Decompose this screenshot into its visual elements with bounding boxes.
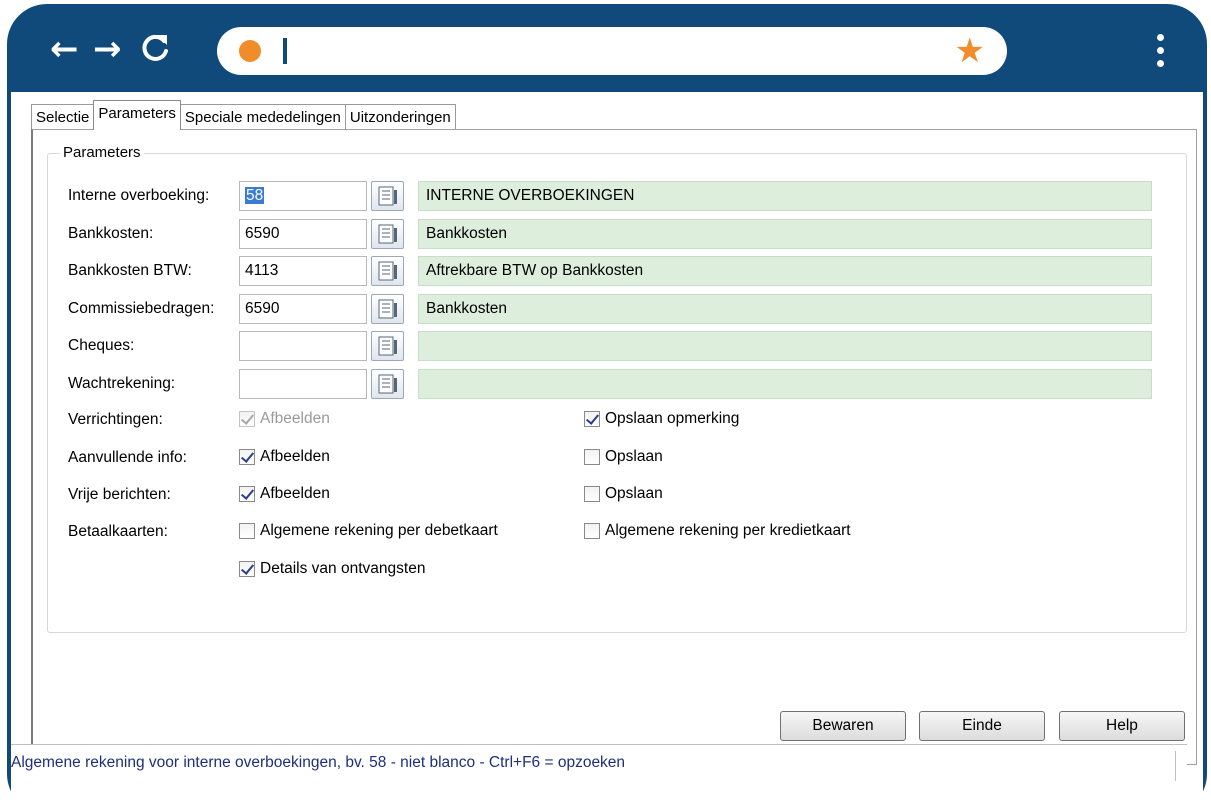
star-icon[interactable]: ★: [955, 31, 985, 71]
cheques-label: Cheques:: [68, 337, 135, 354]
wachtrekening-description: [418, 369, 1152, 399]
vrije-berichten-label: Vrije berichten:: [68, 486, 171, 503]
wachtrekening-code-input[interactable]: [239, 369, 367, 399]
lookup-button[interactable]: [371, 219, 404, 249]
help-button[interactable]: Help: [1059, 711, 1185, 741]
parameters-group: Parameters Interne overboeking: 58 INTER…: [47, 144, 1187, 633]
group-legend: Parameters: [60, 144, 144, 161]
bankkosten-label: Bankkosten:: [68, 225, 154, 242]
checkbox-label: Algemene rekening per debetkaart: [260, 522, 498, 539]
wachtrekening-label: Wachtrekening:: [68, 375, 176, 392]
list-icon: [378, 261, 397, 281]
checkbox-label: Afbeelden: [260, 448, 330, 465]
checkbox-label: Afbeelden: [260, 485, 330, 502]
arrow-right-icon[interactable]: →: [93, 32, 122, 66]
interne-overboeking-code-input[interactable]: 58: [239, 181, 367, 211]
aanvullende-info-opslaan-checkbox[interactable]: Opslaan: [584, 448, 663, 466]
details-ontvangsten-checkbox[interactable]: Details van ontvangsten: [239, 560, 425, 578]
browser-toolbar: ← → ★: [7, 4, 1207, 92]
tab-bar: Selectie Parameters Speciale mededelinge…: [31, 100, 456, 130]
aanvullende-info-label: Aanvullende info:: [68, 449, 187, 466]
lookup-button[interactable]: [371, 181, 404, 211]
bankkosten-btw-description: Aftrekbare BTW op Bankkosten: [418, 256, 1152, 286]
list-icon: [378, 299, 397, 319]
arrow-left-icon[interactable]: ←: [50, 32, 79, 66]
checkbox-box: [584, 523, 600, 539]
save-button[interactable]: Bewaren: [780, 711, 906, 741]
list-icon: [378, 336, 397, 356]
kebab-menu-icon[interactable]: [1157, 34, 1167, 70]
interne-overboeking-description: INTERNE OVERBOEKINGEN: [418, 181, 1152, 211]
text-cursor: [283, 38, 287, 64]
checkbox-label: Algemene rekening per kredietkaart: [605, 522, 851, 539]
tab-selectie[interactable]: Selectie: [31, 104, 95, 130]
checkbox-box: [239, 523, 255, 539]
checkbox-box: [239, 486, 255, 502]
bankkosten-btw-label: Bankkosten BTW:: [68, 262, 192, 279]
reload-icon[interactable]: [140, 31, 170, 69]
lookup-button[interactable]: [371, 294, 404, 324]
aanvullende-info-afbeelden-checkbox[interactable]: Afbeelden: [239, 448, 330, 466]
checkbox-label: Afbeelden: [260, 410, 330, 427]
lookup-button[interactable]: [371, 369, 404, 399]
tab-panel-parameters: Parameters Interne overboeking: 58 INTER…: [31, 129, 1197, 765]
list-icon: [378, 374, 397, 394]
kredietkaart-checkbox[interactable]: Algemene rekening per kredietkaart: [584, 522, 851, 540]
commissiebedragen-description: Bankkosten: [418, 294, 1152, 324]
checkbox-box: [584, 411, 600, 427]
betaalkaarten-label: Betaalkaarten:: [68, 523, 168, 540]
checkbox-box: [584, 449, 600, 465]
vrije-berichten-opslaan-checkbox[interactable]: Opslaan: [584, 485, 663, 503]
checkbox-box: [584, 486, 600, 502]
cheques-code-input[interactable]: [239, 331, 367, 361]
verrichtingen-opslaan-opmerking-checkbox[interactable]: Opslaan opmerking: [584, 410, 739, 428]
address-bar[interactable]: ★: [217, 27, 1007, 75]
checkbox-box: [239, 561, 255, 577]
checkbox-label: Opslaan: [605, 485, 663, 502]
checkbox-label: Details van ontvangsten: [260, 560, 426, 577]
status-text: Algemene rekening voor interne overboeki…: [11, 754, 626, 771]
list-icon: [378, 224, 397, 244]
bankkosten-btw-code-input[interactable]: 4113: [239, 256, 367, 286]
site-status-icon: [239, 40, 261, 62]
checkbox-label: Opslaan: [605, 448, 663, 465]
checkbox-box: [239, 449, 255, 465]
cheques-description: [418, 331, 1152, 361]
debetkaart-checkbox[interactable]: Algemene rekening per debetkaart: [239, 522, 498, 540]
tab-speciale-mededelingen[interactable]: Speciale mededelingen: [179, 104, 346, 130]
lookup-button[interactable]: [371, 331, 404, 361]
commissiebedragen-code-input[interactable]: 6590: [239, 294, 367, 324]
tab-parameters[interactable]: Parameters: [93, 100, 181, 130]
interne-overboeking-label: Interne overboeking:: [68, 187, 210, 204]
end-button[interactable]: Einde: [919, 711, 1045, 741]
tab-uitzonderingen[interactable]: Uitzonderingen: [344, 104, 456, 130]
bankkosten-description: Bankkosten: [418, 219, 1152, 249]
vrije-berichten-afbeelden-checkbox[interactable]: Afbeelden: [239, 485, 330, 503]
lookup-button[interactable]: [371, 256, 404, 286]
verrichtingen-afbeelden-checkbox: Afbeelden: [239, 410, 330, 428]
commissiebedragen-label: Commissiebedragen:: [68, 300, 215, 317]
app-window: Selectie Parameters Speciale mededelinge…: [11, 92, 1203, 800]
verrichtingen-label: Verrichtingen:: [68, 411, 163, 428]
bankkosten-code-input[interactable]: 6590: [239, 219, 367, 249]
status-bar: Algemene rekening voor interne overboeki…: [11, 744, 1187, 784]
checkbox-label: Opslaan opmerking: [605, 410, 740, 427]
status-divider: [1175, 751, 1176, 781]
list-icon: [378, 186, 397, 206]
selected-code-text: 58: [245, 187, 265, 204]
checkbox-box: [239, 411, 255, 427]
